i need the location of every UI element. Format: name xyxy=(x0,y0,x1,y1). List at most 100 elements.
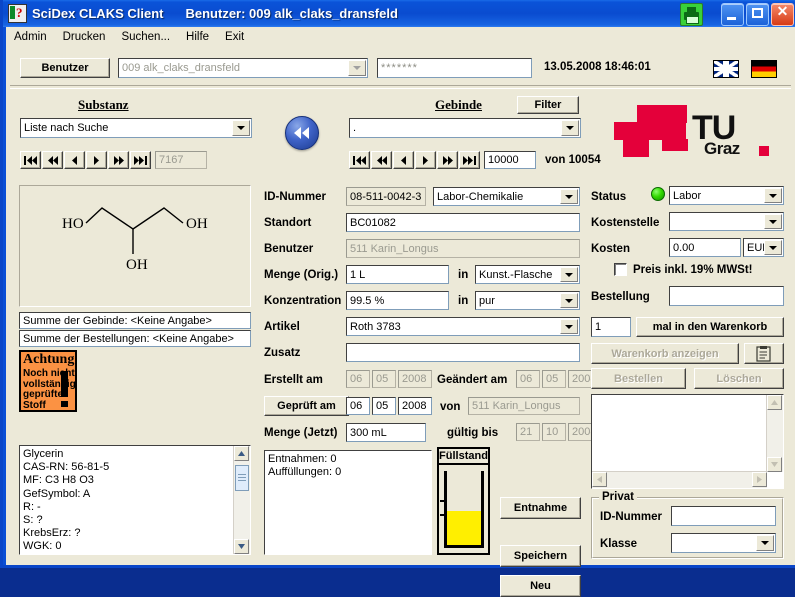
geprueft-am-button[interactable]: Geprüft am xyxy=(264,396,349,416)
notes-vertical-scrollbar[interactable] xyxy=(766,395,783,472)
svg-text:OH: OH xyxy=(126,257,148,273)
id-nummer-label: ID-Nummer xyxy=(264,191,326,203)
artikel-select[interactable]: Roth 3783 xyxy=(346,317,580,336)
gebinde-nav-prev-page-button[interactable] xyxy=(371,151,392,169)
bestellen-button[interactable]: Bestellen xyxy=(591,368,686,389)
entnahme-button[interactable]: Entnahme xyxy=(500,497,581,519)
notes-horizontal-scrollbar[interactable] xyxy=(592,471,767,488)
nav-next-button[interactable] xyxy=(86,151,107,169)
app-title: SciDex CLAKS Client xyxy=(32,6,164,21)
protokoll-list[interactable]: Entnahmen: 0 Auffüllungen: 0 xyxy=(264,450,432,555)
chevron-down-icon[interactable] xyxy=(560,267,578,282)
zusatz-field[interactable] xyxy=(346,343,580,362)
substanz-list-select[interactable]: Liste nach Suche xyxy=(20,118,252,138)
gebinde-nav-next-page-button[interactable] xyxy=(437,151,458,169)
menu-item-exit[interactable]: Exit xyxy=(217,29,252,45)
minimize-button[interactable] xyxy=(721,3,744,26)
chevron-down-icon[interactable] xyxy=(561,120,579,136)
gebinde-select[interactable]: . xyxy=(349,118,581,138)
kosten-field[interactable]: 0.00 xyxy=(669,238,741,257)
nav-first-button[interactable] xyxy=(20,151,41,169)
chevron-down-icon[interactable] xyxy=(756,535,774,551)
scroll-up-button[interactable] xyxy=(234,446,249,461)
behaelter-select[interactable]: Kunst.-Flasche xyxy=(475,265,580,284)
chevron-down-icon[interactable] xyxy=(232,120,250,136)
menu-item-drucken[interactable]: Drucken xyxy=(55,29,114,45)
print-icon[interactable] xyxy=(680,3,703,26)
status-label: Status xyxy=(591,191,627,203)
menu-item-hilfe[interactable]: Hilfe xyxy=(178,29,217,45)
konzentration-einheit-select[interactable]: pur xyxy=(475,291,580,310)
menge-orig-field[interactable]: 1 L xyxy=(346,265,449,284)
flag-de-icon[interactable] xyxy=(751,60,777,78)
password-field[interactable]: ******* xyxy=(377,58,532,78)
typ-select[interactable]: Labor-Chemikalie xyxy=(433,187,580,206)
speichern-button[interactable]: Speichern xyxy=(500,545,581,567)
mwst-checkbox[interactable] xyxy=(614,263,627,276)
id-nummer-field[interactable]: 08-511-0042-3 xyxy=(346,187,426,206)
gebinde-total-label: von 10054 xyxy=(545,154,601,166)
benutzer-field[interactable]: 511 Karin_Longus xyxy=(346,239,580,258)
nav-prev-page-button[interactable] xyxy=(42,151,63,169)
kostenstelle-select[interactable] xyxy=(669,212,784,231)
privat-klasse-select[interactable] xyxy=(671,533,776,553)
standort-field[interactable]: BC01082 xyxy=(346,213,580,232)
substanz-details-list[interactable]: Glycerin CAS-RN: 56-81-5 MF: C3 H8 O3 Ge… xyxy=(19,445,251,555)
gebinde-record-number[interactable]: 10000 xyxy=(484,151,536,169)
svg-text:HO: HO xyxy=(62,216,84,232)
menu-item-suchen[interactable]: Suchen... xyxy=(113,29,178,45)
nav-prev-button[interactable] xyxy=(64,151,85,169)
scrollbar-thumb[interactable] xyxy=(235,465,249,491)
gebinde-nav-next-button[interactable] xyxy=(415,151,436,169)
privat-id-nummer-field[interactable] xyxy=(671,506,776,526)
flag-uk-icon[interactable] xyxy=(713,60,739,78)
nav-next-page-button[interactable] xyxy=(108,151,129,169)
nav-last-button[interactable] xyxy=(130,151,151,169)
benutzer-button[interactable]: Benutzer xyxy=(20,58,110,78)
scroll-right-button[interactable] xyxy=(752,472,767,487)
substanz-record-number[interactable]: 7167 xyxy=(155,151,207,169)
menu-item-admin[interactable]: Admin xyxy=(6,29,55,45)
gebinde-nav-prev-button[interactable] xyxy=(393,151,414,169)
notes-box[interactable] xyxy=(591,394,784,489)
status-select[interactable]: Labor xyxy=(669,186,784,205)
geprueft-month[interactable]: 05 xyxy=(372,397,396,415)
geprueft-day[interactable]: 06 xyxy=(346,397,370,415)
neu-button[interactable]: Neu xyxy=(500,575,581,597)
scroll-left-button[interactable] xyxy=(592,472,607,487)
loeschen-button[interactable]: Löschen xyxy=(694,368,784,389)
mwst-row[interactable]: Preis inkl. 19% MWSt! xyxy=(614,263,753,276)
bestellung-field[interactable] xyxy=(669,286,784,306)
gebinde-nav-first-button[interactable] xyxy=(349,151,370,169)
chevron-down-icon[interactable] xyxy=(764,214,782,229)
scroll-down-button[interactable] xyxy=(234,539,249,554)
scroll-up-button[interactable] xyxy=(767,395,782,410)
geaendert-day: 06 xyxy=(516,370,540,388)
chevron-down-icon[interactable] xyxy=(348,60,366,76)
chevron-down-icon[interactable] xyxy=(560,319,578,334)
warenkorb-count-field[interactable]: 1 xyxy=(591,317,631,337)
chevron-down-icon[interactable] xyxy=(560,189,578,204)
gebinde-nav-last-button[interactable] xyxy=(459,151,480,169)
fuellstand-glass xyxy=(439,471,484,548)
menge-jetzt-field[interactable]: 300 mL xyxy=(346,423,426,442)
back-button[interactable] xyxy=(285,116,319,150)
currency-select[interactable]: EUR xyxy=(743,238,784,257)
filter-button[interactable]: Filter xyxy=(517,96,579,114)
konzentration-field[interactable]: 99.5 % xyxy=(346,291,449,310)
geprueft-year[interactable]: 2008 xyxy=(398,397,432,415)
chevron-down-icon[interactable] xyxy=(560,293,578,308)
maximize-button[interactable] xyxy=(746,3,769,26)
user-select[interactable]: 009 alk_claks_dransfeld xyxy=(118,58,368,78)
close-button[interactable] xyxy=(771,3,794,26)
warenkorb-details-button[interactable] xyxy=(744,343,784,364)
vertical-scrollbar[interactable] xyxy=(233,446,250,554)
warenkorb-anzeigen-button[interactable]: Warenkorb anzeigen xyxy=(591,343,739,364)
chevron-down-icon[interactable] xyxy=(764,188,782,203)
exclamation-icon xyxy=(61,371,68,397)
double-chevron-left-icon xyxy=(294,127,309,139)
scroll-down-button[interactable] xyxy=(767,457,782,472)
title-user: Benutzer: 009 alk_claks_dransfeld xyxy=(185,6,398,21)
in-den-warenkorb-button[interactable]: mal in den Warenkorb xyxy=(636,317,784,337)
chevron-down-icon[interactable] xyxy=(764,240,782,255)
